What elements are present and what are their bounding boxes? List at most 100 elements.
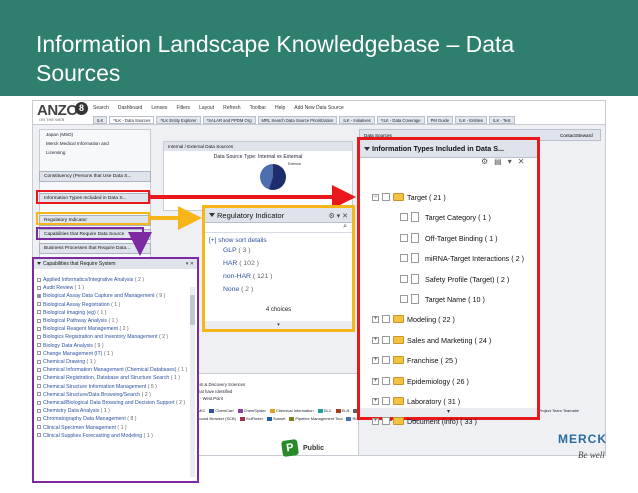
legend-item[interactable]: ELN <box>335 407 349 415</box>
tab-0[interactable]: ILK <box>93 116 108 124</box>
legend-item[interactable]: ChemSpider <box>237 407 266 415</box>
toolbar-item[interactable]: Toolbar <box>250 105 266 111</box>
search-icon[interactable]: ⌕ <box>343 223 347 231</box>
capability-item[interactable]: Chemical Structure/Data Browsing/Search … <box>34 391 197 399</box>
panel-tools-icon[interactable]: ⚙ ▾ ✕ <box>328 209 348 224</box>
checkbox[interactable] <box>37 318 41 323</box>
info-type-row[interactable]: + Sales and Marketing ( 24 ) <box>360 331 537 351</box>
toolbar-item[interactable]: Search <box>93 105 109 111</box>
checkbox[interactable] <box>37 425 41 430</box>
checkbox[interactable] <box>37 294 41 299</box>
toolbar-item[interactable]: Refresh <box>223 105 241 111</box>
tab-6[interactable]: *ILK - Data Coverage <box>376 116 425 124</box>
scrollbar-thumb[interactable] <box>190 295 195 325</box>
tab-1[interactable]: *ILK - Data Sources <box>109 116 155 124</box>
section-business-processes[interactable]: Business Processes that Require Data... <box>39 243 151 254</box>
checkbox[interactable] <box>37 335 41 340</box>
capability-item[interactable]: Chemistry Data Analysis ( 1 ) <box>34 407 197 415</box>
checkbox[interactable] <box>400 233 408 242</box>
tree-item[interactable]: Merck Medical Information and <box>40 139 150 148</box>
info-type-row[interactable]: − Target ( 21 ) <box>360 188 537 208</box>
tab-3[interactable]: *SALAR and PPDM Org <box>202 116 256 124</box>
expand-icon[interactable]: + <box>372 397 379 405</box>
checkbox[interactable] <box>37 400 41 405</box>
collapse-triangle-icon[interactable] <box>364 147 370 151</box>
info-type-row[interactable]: Target Name ( 10 ) <box>360 290 537 310</box>
toolbar-item[interactable]: Add New Data Source <box>294 105 343 111</box>
capability-item[interactable]: Clinical Specimen Management ( 1 ) <box>34 424 197 432</box>
tab-7[interactable]: PM Guide <box>426 116 454 124</box>
capability-item[interactable]: Chemical Registration, Database and Stru… <box>34 374 197 382</box>
export-icon[interactable]: ▤ <box>494 157 502 166</box>
collapse-triangle-icon[interactable] <box>209 213 215 217</box>
checkbox[interactable] <box>37 433 41 438</box>
legend-item[interactable]: ChemCart <box>209 407 234 415</box>
checkbox[interactable] <box>37 343 41 348</box>
regulatory-item[interactable]: GLP ( 3 ) <box>205 244 352 257</box>
panel-tools-icon[interactable]: ▾ ✕ <box>186 259 194 269</box>
toolbar-item[interactable]: Layout <box>199 105 214 111</box>
settings-icon[interactable]: ⚙ <box>481 157 488 166</box>
tree-item[interactable]: Japan (MSD) <box>40 130 150 139</box>
tab-2[interactable]: *ILK Entity Explorer <box>156 116 201 124</box>
checkbox[interactable] <box>400 254 408 263</box>
collapse-triangle-icon[interactable] <box>37 262 41 265</box>
capability-item[interactable]: Biological Pathway Analysis ( 1 ) <box>34 317 197 325</box>
checkbox[interactable] <box>37 417 41 422</box>
info-type-row[interactable]: + Modeling ( 22 ) <box>360 310 537 330</box>
capability-item[interactable]: Chemical Information Management (Chemica… <box>34 366 197 374</box>
tab-4[interactable]: MRL Search Data Source Prioritization <box>257 116 338 124</box>
regulatory-indicator-header[interactable]: Regulatory Indicator ⚙ ▾ ✕ <box>205 208 352 223</box>
checkbox[interactable] <box>382 193 390 201</box>
regulatory-item[interactable]: HAR ( 102 ) <box>205 257 352 270</box>
checkbox[interactable] <box>37 326 41 331</box>
checkbox[interactable] <box>382 417 390 426</box>
info-type-row[interactable]: + Epidemiology ( 26 ) <box>360 372 537 392</box>
tab-8[interactable]: ILK - Entities <box>455 116 487 124</box>
checkbox[interactable] <box>382 356 390 365</box>
legend-item[interactable]: Pipeline Management Tool <box>289 415 342 423</box>
checkbox[interactable] <box>37 302 41 307</box>
tab-9[interactable]: ILK - Test <box>488 116 515 124</box>
dropdown-icon[interactable]: ▾ <box>508 157 512 166</box>
legend-item[interactable]: DLC <box>317 407 332 415</box>
capability-item[interactable]: Clinical Supplies Forecasting and Modeli… <box>34 432 197 440</box>
checkbox[interactable] <box>37 310 41 315</box>
info-type-row[interactable]: Off-Target Binding ( 1 ) <box>360 229 537 249</box>
regulatory-search-bar[interactable]: ⌕ <box>205 223 352 233</box>
tree-item[interactable]: Licensing <box>40 148 150 157</box>
capability-item[interactable]: Biologics Registration and Inventory Man… <box>34 333 197 341</box>
toolbar-item[interactable]: Lenses <box>151 105 167 111</box>
expand-icon[interactable]: + <box>372 336 379 344</box>
close-icon[interactable]: ✕ <box>518 157 525 166</box>
show-sort-details-link[interactable]: [+] show sort details <box>205 237 352 244</box>
capability-item[interactable]: Biological Assay Data Capture and Manage… <box>34 292 197 300</box>
checkbox[interactable] <box>37 285 41 290</box>
checkbox[interactable] <box>382 335 390 344</box>
regulatory-scroll-down[interactable]: ▾ <box>205 321 352 329</box>
tab-5[interactable]: ILK - Initiatives <box>339 116 375 124</box>
checkbox[interactable] <box>37 359 41 364</box>
info-type-row[interactable]: + Franchise ( 25 ) <box>360 351 537 371</box>
info-type-row[interactable]: Safety Profile (Target) ( 2 ) <box>360 270 537 290</box>
legend-item[interactable]: Chemical Information <box>269 407 314 415</box>
capabilities-header[interactable]: Capabilities that Require System ▾ ✕ <box>34 259 197 269</box>
checkbox[interactable] <box>37 277 41 282</box>
expand-icon[interactable]: + <box>372 316 379 324</box>
capability-item[interactable]: Chemical Structure Information Managemen… <box>34 383 197 391</box>
expand-icon[interactable]: + <box>372 357 379 365</box>
legend-item[interactable]: Sunset <box>266 415 285 423</box>
capability-item[interactable]: Biological Assay Registration ( 1 ) <box>34 301 197 309</box>
toolbar-item[interactable]: Filters <box>176 105 190 111</box>
capability-item[interactable]: Chromatography Data Management ( 8 ) <box>34 415 197 423</box>
capabilities-scrollbar[interactable] <box>190 287 195 477</box>
capability-item[interactable]: Biology Data Analysis ( 9 ) <box>34 342 197 350</box>
regulatory-item[interactable]: None ( 2 ) <box>205 283 352 296</box>
capability-item[interactable]: Chemical/Biological Data Browsing and De… <box>34 399 197 407</box>
checkbox[interactable] <box>37 408 41 413</box>
checkbox[interactable] <box>400 274 408 283</box>
section-constituency[interactable]: Constituency (Persons that Use Data S... <box>39 171 151 182</box>
checkbox[interactable] <box>37 392 41 397</box>
expand-icon[interactable]: + <box>372 418 379 426</box>
capability-item[interactable]: Applied Informatics/Integrative Analysis… <box>34 276 197 284</box>
